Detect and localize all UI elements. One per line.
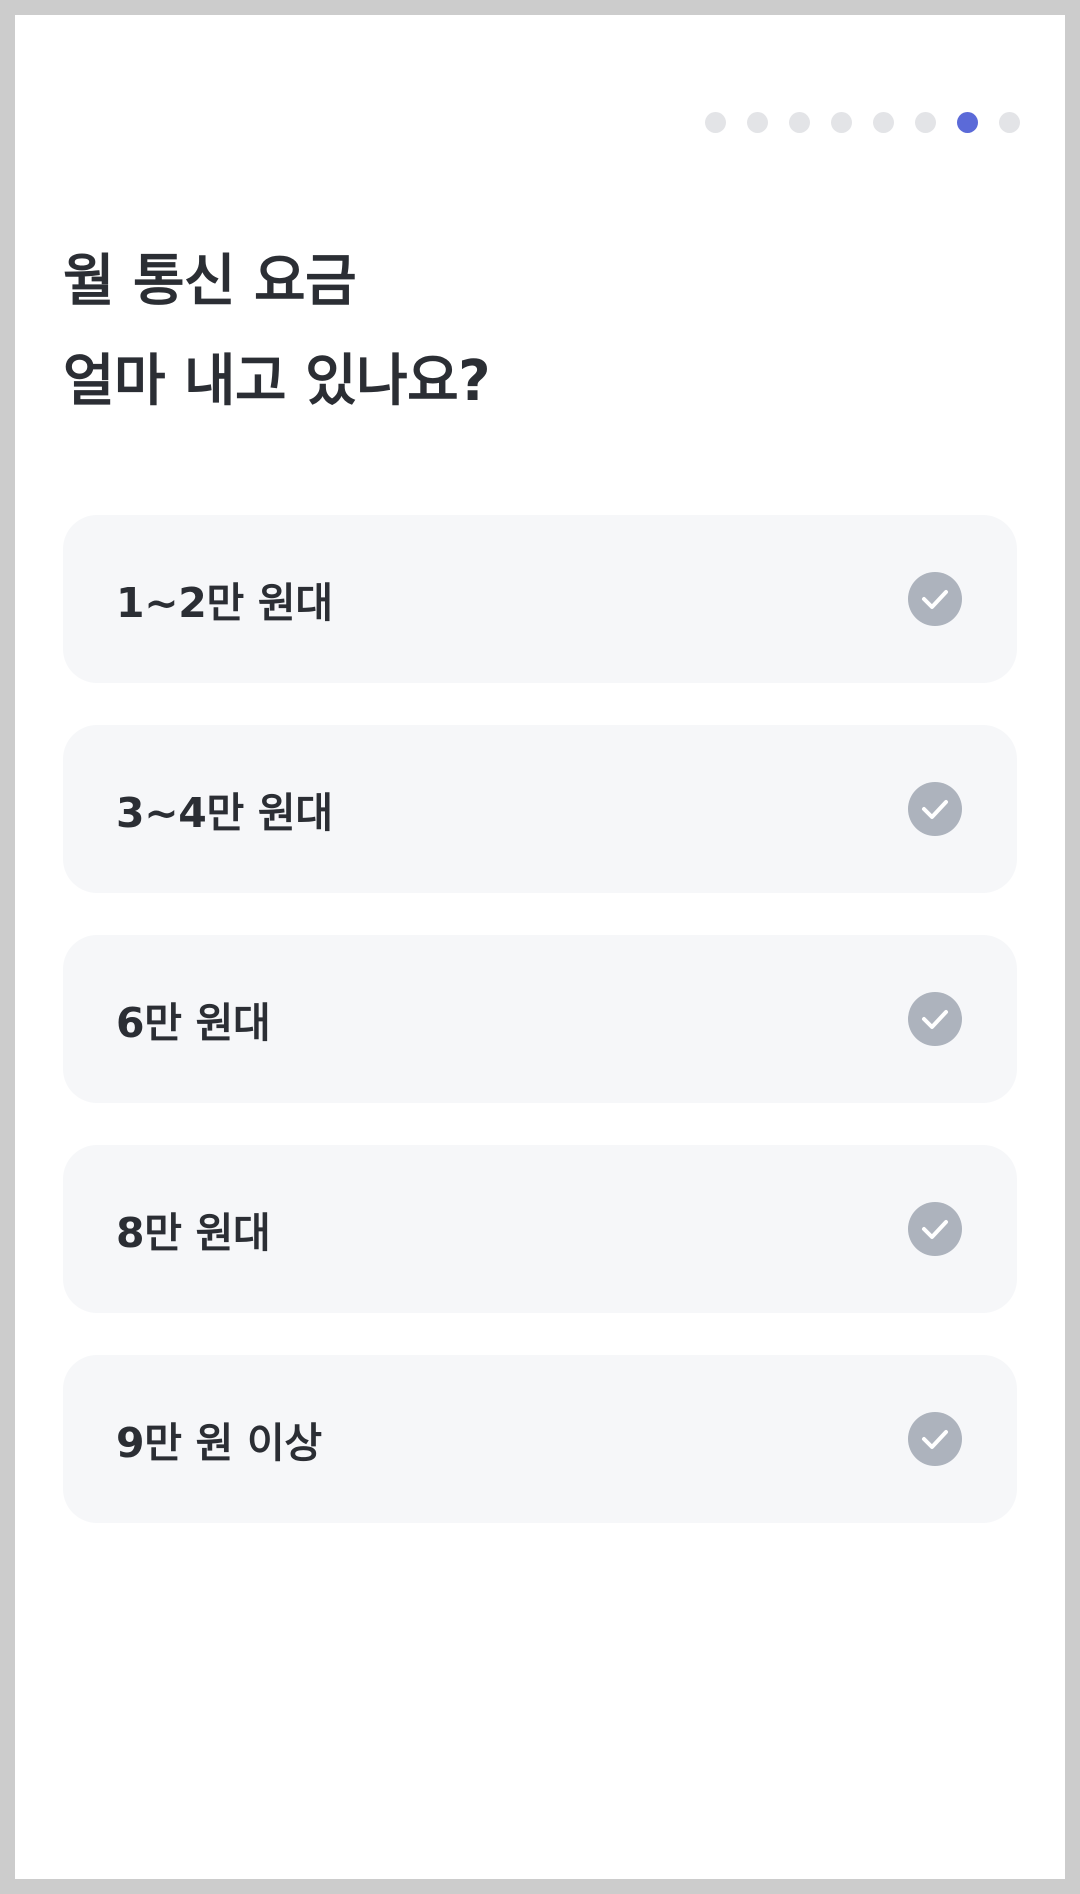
progress-dot-2	[747, 112, 768, 133]
progress-dot-4	[831, 112, 852, 133]
progress-dot-8	[999, 112, 1020, 133]
question-title-line-2: 얼마 내고 있나요?	[63, 349, 491, 414]
answer-option-4[interactable]: 8만 원대	[63, 1145, 1017, 1313]
progress-dot-5	[873, 112, 894, 133]
answer-option-5[interactable]: 9만 원 이상	[63, 1355, 1017, 1523]
answer-option-1[interactable]: 1~2만 원대	[63, 515, 1017, 683]
answer-option-label: 3~4만 원대	[116, 789, 333, 837]
question-title-line-1: 월 통신 요금	[63, 249, 357, 314]
progress-dot-1	[705, 112, 726, 133]
answer-option-3[interactable]: 6만 원대	[63, 935, 1017, 1103]
question-title: 월 통신 요금 얼마 내고 있나요?	[63, 232, 963, 432]
answer-option-label: 6만 원대	[116, 999, 271, 1047]
answer-option-label: 9만 원 이상	[116, 1419, 322, 1467]
check-circle-icon	[908, 1412, 962, 1466]
answer-option-label: 1~2만 원대	[116, 579, 333, 627]
answer-options-list: 1~2만 원대 3~4만 원대 6만 원대 8만 원대 9만 원 이상	[63, 515, 1017, 1565]
answer-option-label: 8만 원대	[116, 1209, 271, 1257]
survey-screen: 월 통신 요금 얼마 내고 있나요? 1~2만 원대 3~4만 원대 6만 원대…	[15, 15, 1065, 1879]
step-progress-indicator	[705, 112, 1020, 133]
progress-dot-3	[789, 112, 810, 133]
answer-option-2[interactable]: 3~4만 원대	[63, 725, 1017, 893]
progress-dot-6	[915, 112, 936, 133]
check-circle-icon	[908, 782, 962, 836]
check-circle-icon	[908, 992, 962, 1046]
check-circle-icon	[908, 1202, 962, 1256]
check-circle-icon	[908, 572, 962, 626]
progress-dot-7-active	[957, 112, 978, 133]
